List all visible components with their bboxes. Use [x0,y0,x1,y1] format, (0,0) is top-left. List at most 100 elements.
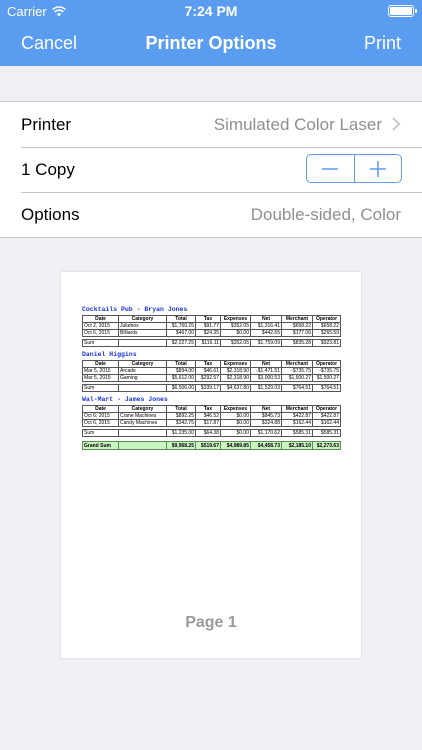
table-cell: Billiards [118,329,167,337]
copies-stepper [306,154,402,183]
sum-cell [118,384,167,392]
table-row: Mar 5, 2015 Arcade $894.00 $46.61 $2,318.90-… [82,367,341,375]
column-header: Tax [195,315,221,323]
report-section: Cocktails Pub - Bryan Jones Date Category T… [82,306,341,347]
table-cell: Gaming [118,374,167,382]
grand-sum-cell: $9,968.25 [166,441,196,450]
print-preview-page[interactable]: Cocktails Pub - Bryan Jones Date Category T… [61,272,361,658]
table-cell: $162.44 [281,419,313,427]
table-cell: $5,612.00 [166,374,196,382]
print-button[interactable]: Print [364,33,401,54]
sum-cell: $339.17 [195,384,221,392]
table-cell: $265.59 [312,329,341,337]
status-bar: Carrier 7:24 PM [0,0,422,22]
report-table: Date Category Total Tax Expenses Net Merchant O… [82,315,341,347]
sum-cell: $923.81 [312,339,341,347]
report-section: Daniel Higgins Date Category Total Tax Expens… [82,351,341,392]
sum-cell: $585.31 [281,429,313,437]
column-header: Tax [195,360,221,368]
sum-cell: $764.51 [312,384,341,392]
grand-sum-cell: Grand Sum [82,441,119,450]
table-header-row: Date Category Total Tax Expenses Net Merchant O… [82,315,341,323]
chevron-right-icon [392,117,401,131]
status-time: 7:24 PM [184,3,238,19]
table-cell: Oct 6, 2015 [82,419,119,427]
page-number-label: Page 1 [185,614,237,631]
column-header: Merchant [281,315,313,323]
decrement-button[interactable] [307,155,354,182]
table-cell: $1,760.25 [166,322,196,330]
column-header: Expenses [220,315,251,323]
report-section: Wal-Mart - James Jones Date Category Total T… [82,396,341,437]
options-row[interactable]: Options Double-sided, Color [0,192,422,237]
column-header: Date [82,405,119,413]
sum-cell: $585.31 [312,429,341,437]
table-cell: Candy Machines [118,419,167,427]
column-header: Net [250,315,282,323]
column-header: Total [166,315,196,323]
top-bar: Carrier 7:24 PM Cancel Printer Options P… [0,0,422,66]
table-cell: $46.61 [195,367,221,375]
sum-row: Sum $1,235.00 $64.38 $0.00 $1,170.62 $585.31 $… [82,429,341,437]
table-cell: $177.06 [281,329,313,337]
report-section-title: Wal-Mart - James Jones [82,396,168,403]
sum-cell: $64.38 [195,429,221,437]
table-cell: Jukebox [118,322,167,330]
table-cell: $91.77 [195,322,221,330]
table-cell: $17.87 [195,419,221,427]
column-header: Operator [312,315,341,323]
table-row: Mar 5, 2015 Gaming $5,612.00 $292.57 $2,318.… [82,374,341,382]
column-header: Net [250,405,282,413]
column-header: Expenses [220,360,251,368]
printer-label: Printer [21,115,72,134]
table-cell: Arcade [118,367,167,375]
printer-row[interactable]: Printer Simulated Color Laser [0,102,422,147]
column-header: Date [82,315,119,323]
sum-cell: $1,170.62 [250,429,282,437]
table-cell: -$1,471.51 [250,367,282,375]
column-header: Date [82,360,119,368]
table-cell: $2,318.90 [220,367,251,375]
column-header: Merchant [281,405,313,413]
options-value: Double-sided, Color [250,205,401,224]
column-header: Expenses [220,405,251,413]
column-header: Tax [195,405,221,413]
grand-sum-cell: $519.67 [195,441,221,450]
report-section-title: Daniel Higgins [82,351,137,358]
sum-cell: $1,529.03 [250,384,282,392]
copies-row: 1 Copy [0,147,422,192]
options-label: Options [21,205,80,224]
sum-cell: $6,506.00 [166,384,196,392]
page-title: Printer Options [145,33,277,53]
sum-row: Sum $2,227.25 $116.11 $352.05 $1,759.09 $835.… [82,339,341,347]
grand-sum-cell: $2,185.10 [281,441,313,450]
table-header-row: Date Category Total Tax Expenses Net Merchant O… [82,360,341,368]
table-cell: $422.87 [281,412,313,420]
table-cell: $46.52 [195,412,221,420]
table-row: Oct 6, 2015 Crane Machines $892.25 $46.52 $0… [82,412,341,420]
table-cell: Oct 2, 2015 [82,322,119,330]
report-section-title: Cocktails Pub - Bryan Jones [82,306,188,313]
table-cell: $162.44 [312,419,341,427]
sum-cell: $1,235.00 [166,429,196,437]
increment-button[interactable] [353,155,402,182]
sum-cell: $352.05 [220,339,251,347]
plus-icon [369,160,386,177]
column-header: Category [118,405,167,413]
battery-icon [388,5,417,17]
table-cell: $2,318.90 [220,374,251,382]
table-cell: $1,500.27 [312,374,341,382]
table-cell: $0.00 [220,412,251,420]
navigation-bar: Cancel Printer Options Print [0,22,422,66]
table-cell: Oct 6, 2015 [82,329,119,337]
table-row: Oct 6, 2015 Candy Machines $342.75 $17.87 $0… [82,419,341,427]
sum-cell: $1,759.09 [250,339,282,347]
table-cell: $0.00 [220,329,251,337]
table-row: Oct 2, 2015 Jukebox $1,760.25 $91.77 $352.05… [82,322,341,330]
sum-cell: $764.51 [281,384,313,392]
sum-cell: Sum [82,339,119,347]
column-header: Category [118,315,167,323]
table-cell: $24.35 [195,329,221,337]
table-cell: $1,500.27 [281,374,313,382]
table-cell: Mar 5, 2015 [82,374,119,382]
